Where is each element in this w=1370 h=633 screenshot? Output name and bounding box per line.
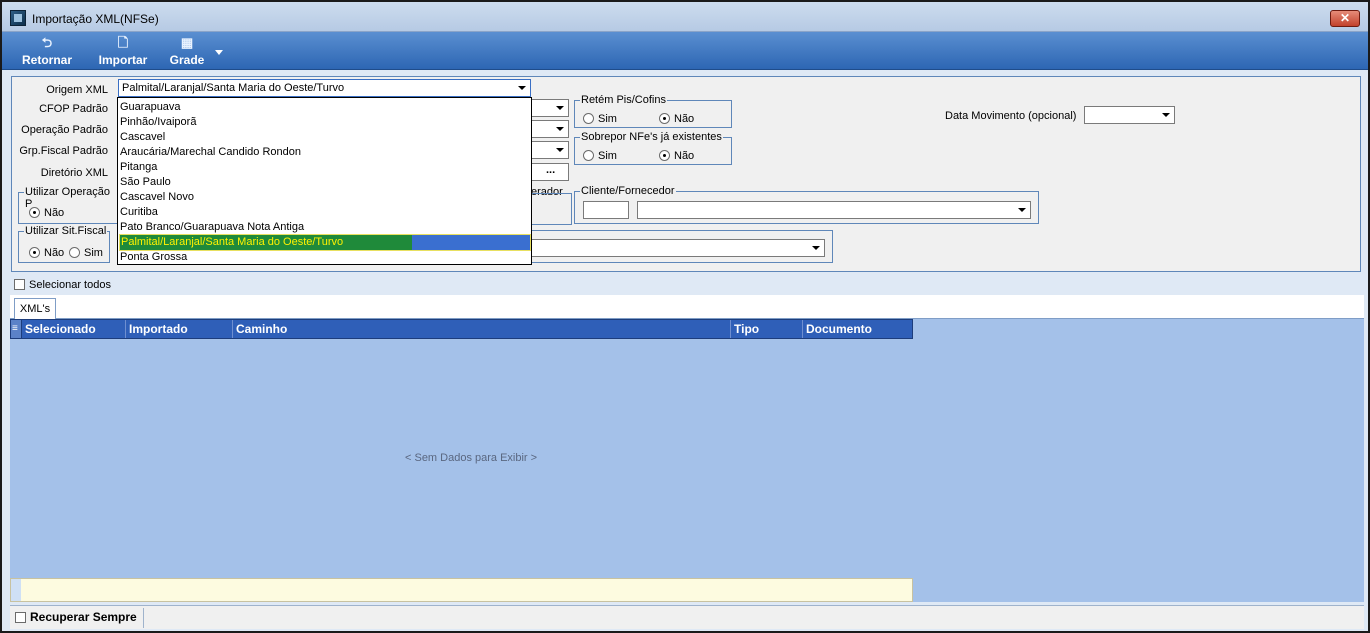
dropdown-item[interactable]: Pato Branco/Guarapuava Nota Antiga [120,220,530,235]
column-selecionado[interactable]: Selecionado [22,320,126,338]
column-importado[interactable]: Importado [126,320,233,338]
close-button[interactable]: ✕ [1330,10,1360,27]
chevron-down-icon[interactable] [556,127,564,131]
dropdown-item[interactable]: São Paulo [120,175,530,190]
undo-arrow-icon: ⮌ [41,35,53,50]
importar-label: Importar [98,53,148,67]
grade-button[interactable]: ▦ Grade [164,34,210,68]
origem-label: Origem XML [46,84,108,96]
utilizar-sit-group: Utilizar Sit.Fiscal Não Sim [18,225,110,263]
column-documento[interactable]: Documento [803,320,912,338]
utilizar-sit-sim-radio[interactable]: Sim [69,247,103,259]
utilizar-operacao-nao-radio[interactable]: Não [29,207,64,219]
extra-combo[interactable] [531,239,825,257]
retem-sim-radio[interactable]: Sim [583,113,617,125]
chevron-down-icon[interactable] [812,246,820,250]
data-movimento-label: Data Movimento (opcional) [945,110,1077,122]
sobrepor-nao-radio[interactable]: Não [659,150,694,162]
utilizar-operacao-group: Utilizar Operação P Não [18,186,122,224]
operacao-combo[interactable] [531,120,569,138]
checkbox-icon[interactable] [14,279,25,290]
cfop-label: CFOP Padrão [39,103,108,115]
cliente-code-input[interactable] [583,201,629,219]
retem-group: Retém Pis/Cofins Sim Não [574,94,732,128]
cfop-combo[interactable] [531,99,569,117]
column-caminho[interactable]: Caminho [233,320,731,338]
chevron-down-icon[interactable] [1018,208,1026,212]
dropdown-item[interactable]: Pitanga [120,160,530,175]
tab-xmls[interactable]: XML's [14,298,56,319]
dropdown-item[interactable]: Cascavel [120,130,530,145]
column-tipo[interactable]: Tipo [731,320,803,338]
app-icon [10,10,26,26]
utilizar-sit-title: Utilizar Sit.Fiscal [24,225,108,237]
cliente-group: Cliente/Fornecedor [574,185,1039,224]
diretorio-label: Diretório XML [40,167,108,179]
chevron-down-icon[interactable] [518,86,526,90]
retornar-label: Retornar [21,53,72,67]
origem-value: Palmital/Laranjal/Santa Maria do Oeste/T… [122,82,345,94]
operador-group [531,193,572,225]
window-title: Importação XML(NFSe) [32,12,159,26]
select-all-checkbox[interactable]: Selecionar todos [14,279,111,291]
selected-item-label: Palmital/Laranjal/Santa Maria do Oeste/T… [120,235,412,250]
dropdown-item-selected[interactable]: Palmital/Laranjal/Santa Maria do Oeste/T… [119,234,531,251]
status-bar: Recuperar Sempre [10,605,1364,629]
retem-nao-radio[interactable]: Não [659,113,694,125]
checkbox-icon[interactable] [15,612,26,623]
grid-header: Selecionado Importado Caminho Tipo Docum… [10,319,913,339]
chevron-down-icon[interactable] [556,148,564,152]
data-movimento-combo[interactable] [1084,106,1175,124]
recuperar-sempre-checkbox[interactable]: Recuperar Sempre [10,608,144,628]
recuperar-label: Recuperar Sempre [30,610,137,624]
xml-grid[interactable]: Selecionado Importado Caminho Tipo Docum… [10,319,1364,602]
diretorio-browse[interactable]: ... [531,163,569,181]
empty-message: < Sem Dados para Exibir > [405,452,538,464]
origem-combo[interactable]: Palmital/Laranjal/Santa Maria do Oeste/T… [118,79,531,97]
document-icon: 🗋 [117,35,129,50]
sobrepor-title: Sobrepor NFe's já existentes [580,131,723,143]
extra-group [531,230,833,263]
grade-dropdown-arrow-icon[interactable] [215,50,223,55]
retem-title: Retém Pis/Cofins [580,94,667,106]
toolbar: ⮌ Retornar 🗋 Importar ▦ Grade [2,32,1368,70]
sobrepor-sim-radio[interactable]: Sim [583,150,617,162]
dropdown-item[interactable]: Cascavel Novo [120,190,530,205]
retornar-button[interactable]: ⮌ Retornar [16,34,78,68]
grp-fiscal-combo[interactable] [531,141,569,159]
dropdown-item[interactable]: Ponta Grossa [120,250,530,265]
select-all-label: Selecionar todos [29,279,111,291]
cliente-combo[interactable] [637,201,1031,219]
title-bar: Importação XML(NFSe) ✕ [2,2,1368,32]
grade-label: Grade [169,53,205,67]
tab-strip: XML's [10,295,1364,319]
grid-icon: ▦ [180,35,194,50]
utilizar-sit-nao-radio[interactable]: Não [29,247,64,259]
dropdown-item[interactable]: Pinhão/Ivaiporã [120,115,530,130]
grp-fiscal-label: Grp.Fiscal Padrão [19,145,108,157]
dropdown-item[interactable]: Curitiba [120,205,530,220]
origem-dropdown-list[interactable]: Guarapuava Pinhão/Ivaiporã Cascavel Arau… [117,97,532,265]
chevron-down-icon[interactable] [1162,113,1170,117]
sobrepor-group: Sobrepor NFe's já existentes Sim Não [574,131,732,165]
main-window: Importação XML(NFSe) ✕ ⮌ Retornar 🗋 Impo… [0,0,1370,633]
browse-button[interactable]: ... [546,164,555,176]
column-chooser-icon[interactable] [11,320,22,338]
dropdown-item[interactable]: Araucária/Marechal Candido Rondon [120,145,530,160]
cliente-title: Cliente/Fornecedor [580,185,676,197]
dropdown-item[interactable]: Guarapuava [120,100,530,115]
chevron-down-icon[interactable] [556,106,564,110]
importar-button[interactable]: 🗋 Importar [92,34,154,68]
grid-footer-row [10,578,913,602]
operacao-label: Operação Padrão [21,124,108,136]
